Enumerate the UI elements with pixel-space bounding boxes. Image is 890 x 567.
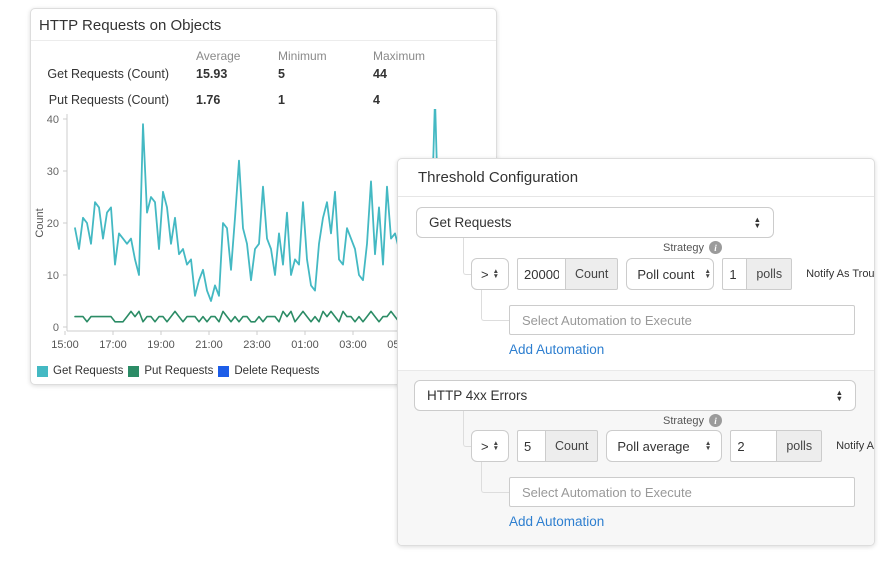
legend-swatch-icon <box>218 366 229 377</box>
polls-addon: polls <box>776 430 822 462</box>
comparator-value: > <box>481 439 489 454</box>
svg-text:Count: Count <box>34 208 46 237</box>
svg-text:01:00: 01:00 <box>291 339 319 351</box>
threshold-value-input[interactable] <box>517 258 565 290</box>
threshold-value-group: Count <box>517 430 598 462</box>
threshold-section-http-4xx-errors: HTTP 4xx Errors ▲▼ Strategy i > ▲▼ Count… <box>398 370 874 546</box>
svg-text:21:00: 21:00 <box>195 339 223 351</box>
polls-count-input[interactable] <box>730 430 776 462</box>
polls-group: polls <box>730 430 822 462</box>
strategy-label-row: Strategy i <box>663 414 722 427</box>
svg-text:15:00: 15:00 <box>51 339 79 351</box>
strategy-label: Strategy <box>663 415 704 427</box>
stats-value-maximum: 44 <box>373 67 387 81</box>
condition-row: > ▲▼ Count Poll count ▲▼ polls Notify As… <box>471 258 875 290</box>
comparator-select[interactable]: > ▲▼ <box>471 258 509 290</box>
unit-addon: Count <box>545 430 598 462</box>
automation-select-input[interactable] <box>509 477 855 507</box>
stats-row-label: Put Requests (Count) <box>31 93 169 107</box>
metric-select[interactable]: HTTP 4xx Errors ▲▼ <box>414 380 856 411</box>
condition-row: > ▲▼ Count Poll average ▲▼ polls Notify … <box>471 430 875 462</box>
legend-swatch-icon <box>128 366 139 377</box>
poll-strategy-value: Poll average <box>617 439 689 454</box>
panel-title: HTTP Requests on Objects <box>31 9 496 41</box>
metric-select[interactable]: Get Requests ▲▼ <box>416 207 774 238</box>
add-automation-link[interactable]: Add Automation <box>509 342 604 357</box>
automation-select-input[interactable] <box>509 305 855 335</box>
threshold-configuration-panel: Threshold Configuration Get Requests ▲▼ … <box>397 158 875 546</box>
info-icon[interactable]: i <box>709 414 722 427</box>
poll-strategy-select[interactable]: Poll average ▲▼ <box>606 430 722 462</box>
stats-value-average: 15.93 <box>196 67 227 81</box>
stats-table: Average Minimum Maximum Get Requests (Co… <box>31 42 496 106</box>
unit-addon: Count <box>565 258 618 290</box>
stats-header-maximum: Maximum <box>373 49 425 63</box>
select-arrows-icon: ▲▼ <box>836 390 843 402</box>
svg-text:20: 20 <box>47 218 59 230</box>
stats-header-minimum: Minimum <box>278 49 327 63</box>
threshold-panel-title: Threshold Configuration <box>398 159 874 197</box>
polls-addon: polls <box>746 258 792 290</box>
stats-value-minimum: 1 <box>278 93 285 107</box>
legend-label: Delete Requests <box>234 365 319 377</box>
metric-select-value: Get Requests <box>429 215 512 230</box>
select-arrows-icon: ▲▼ <box>493 441 499 451</box>
legend-label: Put Requests <box>144 365 213 377</box>
svg-text:30: 30 <box>47 166 59 178</box>
tree-connector <box>481 462 510 493</box>
svg-text:23:00: 23:00 <box>243 339 271 351</box>
info-icon[interactable]: i <box>709 241 722 254</box>
svg-text:10: 10 <box>47 270 59 282</box>
stats-value-average: 1.76 <box>196 93 220 107</box>
svg-text:03:00: 03:00 <box>339 339 367 351</box>
tree-connector <box>481 290 510 321</box>
threshold-value-input[interactable] <box>517 430 545 462</box>
legend-label: Get Requests <box>53 365 123 377</box>
polls-count-input[interactable] <box>722 258 746 290</box>
svg-text:17:00: 17:00 <box>99 339 127 351</box>
svg-text:40: 40 <box>47 114 59 126</box>
legend-swatch-icon <box>37 366 48 377</box>
legend-item-put-requests[interactable]: Put Requests <box>128 365 213 377</box>
svg-text:0: 0 <box>53 322 59 334</box>
legend-item-get-requests[interactable]: Get Requests <box>37 365 123 377</box>
notify-as-trouble-label: Notify As Trouble <box>836 440 875 452</box>
select-arrows-icon: ▲▼ <box>704 269 710 279</box>
strategy-label: Strategy <box>663 242 704 254</box>
stats-value-maximum: 4 <box>373 93 380 107</box>
notify-as-trouble-label: Notify As Trouble <box>806 268 875 280</box>
stats-header-average: Average <box>196 49 240 63</box>
poll-strategy-value: Poll count <box>637 267 694 282</box>
comparator-select[interactable]: > ▲▼ <box>471 430 509 462</box>
select-arrows-icon: ▲▼ <box>754 217 761 229</box>
select-arrows-icon: ▲▼ <box>705 441 711 451</box>
strategy-label-row: Strategy i <box>663 241 722 254</box>
stats-value-minimum: 5 <box>278 67 285 81</box>
chart-legend: Get Requests Put Requests Delete Request… <box>37 365 324 377</box>
stats-row-label: Get Requests (Count) <box>31 67 169 81</box>
threshold-section-get-requests: Get Requests ▲▼ Strategy i > ▲▼ Count Po… <box>398 197 874 370</box>
select-arrows-icon: ▲▼ <box>493 269 499 279</box>
comparator-value: > <box>481 267 489 282</box>
polls-group: polls <box>722 258 792 290</box>
add-automation-link[interactable]: Add Automation <box>509 514 604 529</box>
threshold-value-group: Count <box>517 258 618 290</box>
metric-select-value: HTTP 4xx Errors <box>427 388 527 403</box>
legend-item-delete-requests[interactable]: Delete Requests <box>218 365 319 377</box>
svg-text:19:00: 19:00 <box>147 339 175 351</box>
poll-strategy-select[interactable]: Poll count ▲▼ <box>626 258 714 290</box>
